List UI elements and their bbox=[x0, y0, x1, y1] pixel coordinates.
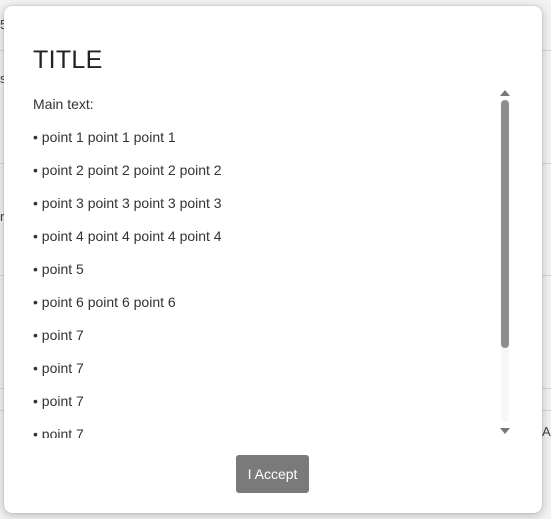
accept-button[interactable]: I Accept bbox=[236, 455, 309, 493]
body-text-line: • point 3 point 3 point 3 point 3 bbox=[33, 195, 222, 211]
scrollbar-track[interactable] bbox=[501, 100, 509, 422]
modal-scroll-area[interactable]: Main text: • point 1 point 1 point 1 • p… bbox=[33, 94, 513, 438]
body-text-line: • point 5 bbox=[33, 261, 84, 277]
modal-body: Main text: • point 1 point 1 point 1 • p… bbox=[33, 94, 493, 438]
scrollbar-thumb[interactable] bbox=[501, 100, 509, 348]
background-text-fragment: A bbox=[542, 424, 551, 439]
body-text-line: • point 4 point 4 point 4 point 4 bbox=[33, 228, 222, 244]
terms-modal: TITLE Main text: • point 1 point 1 point… bbox=[4, 6, 542, 513]
body-text-line: • point 7 bbox=[33, 393, 84, 409]
body-text-line: Main text: bbox=[33, 96, 94, 112]
body-text-line: • point 1 point 1 point 1 bbox=[33, 129, 176, 145]
body-text-line: • point 7 bbox=[33, 426, 84, 438]
modal-title: TITLE bbox=[33, 46, 103, 74]
scroll-up-arrow-icon[interactable] bbox=[500, 90, 510, 96]
scroll-down-arrow-icon[interactable] bbox=[500, 428, 510, 434]
body-text-line: • point 6 point 6 point 6 bbox=[33, 294, 176, 310]
vertical-scrollbar[interactable] bbox=[498, 90, 512, 434]
body-text-line: • point 2 point 2 point 2 point 2 bbox=[33, 162, 222, 178]
body-text-line: • point 7 bbox=[33, 327, 84, 343]
body-text-line: • point 7 bbox=[33, 360, 84, 376]
